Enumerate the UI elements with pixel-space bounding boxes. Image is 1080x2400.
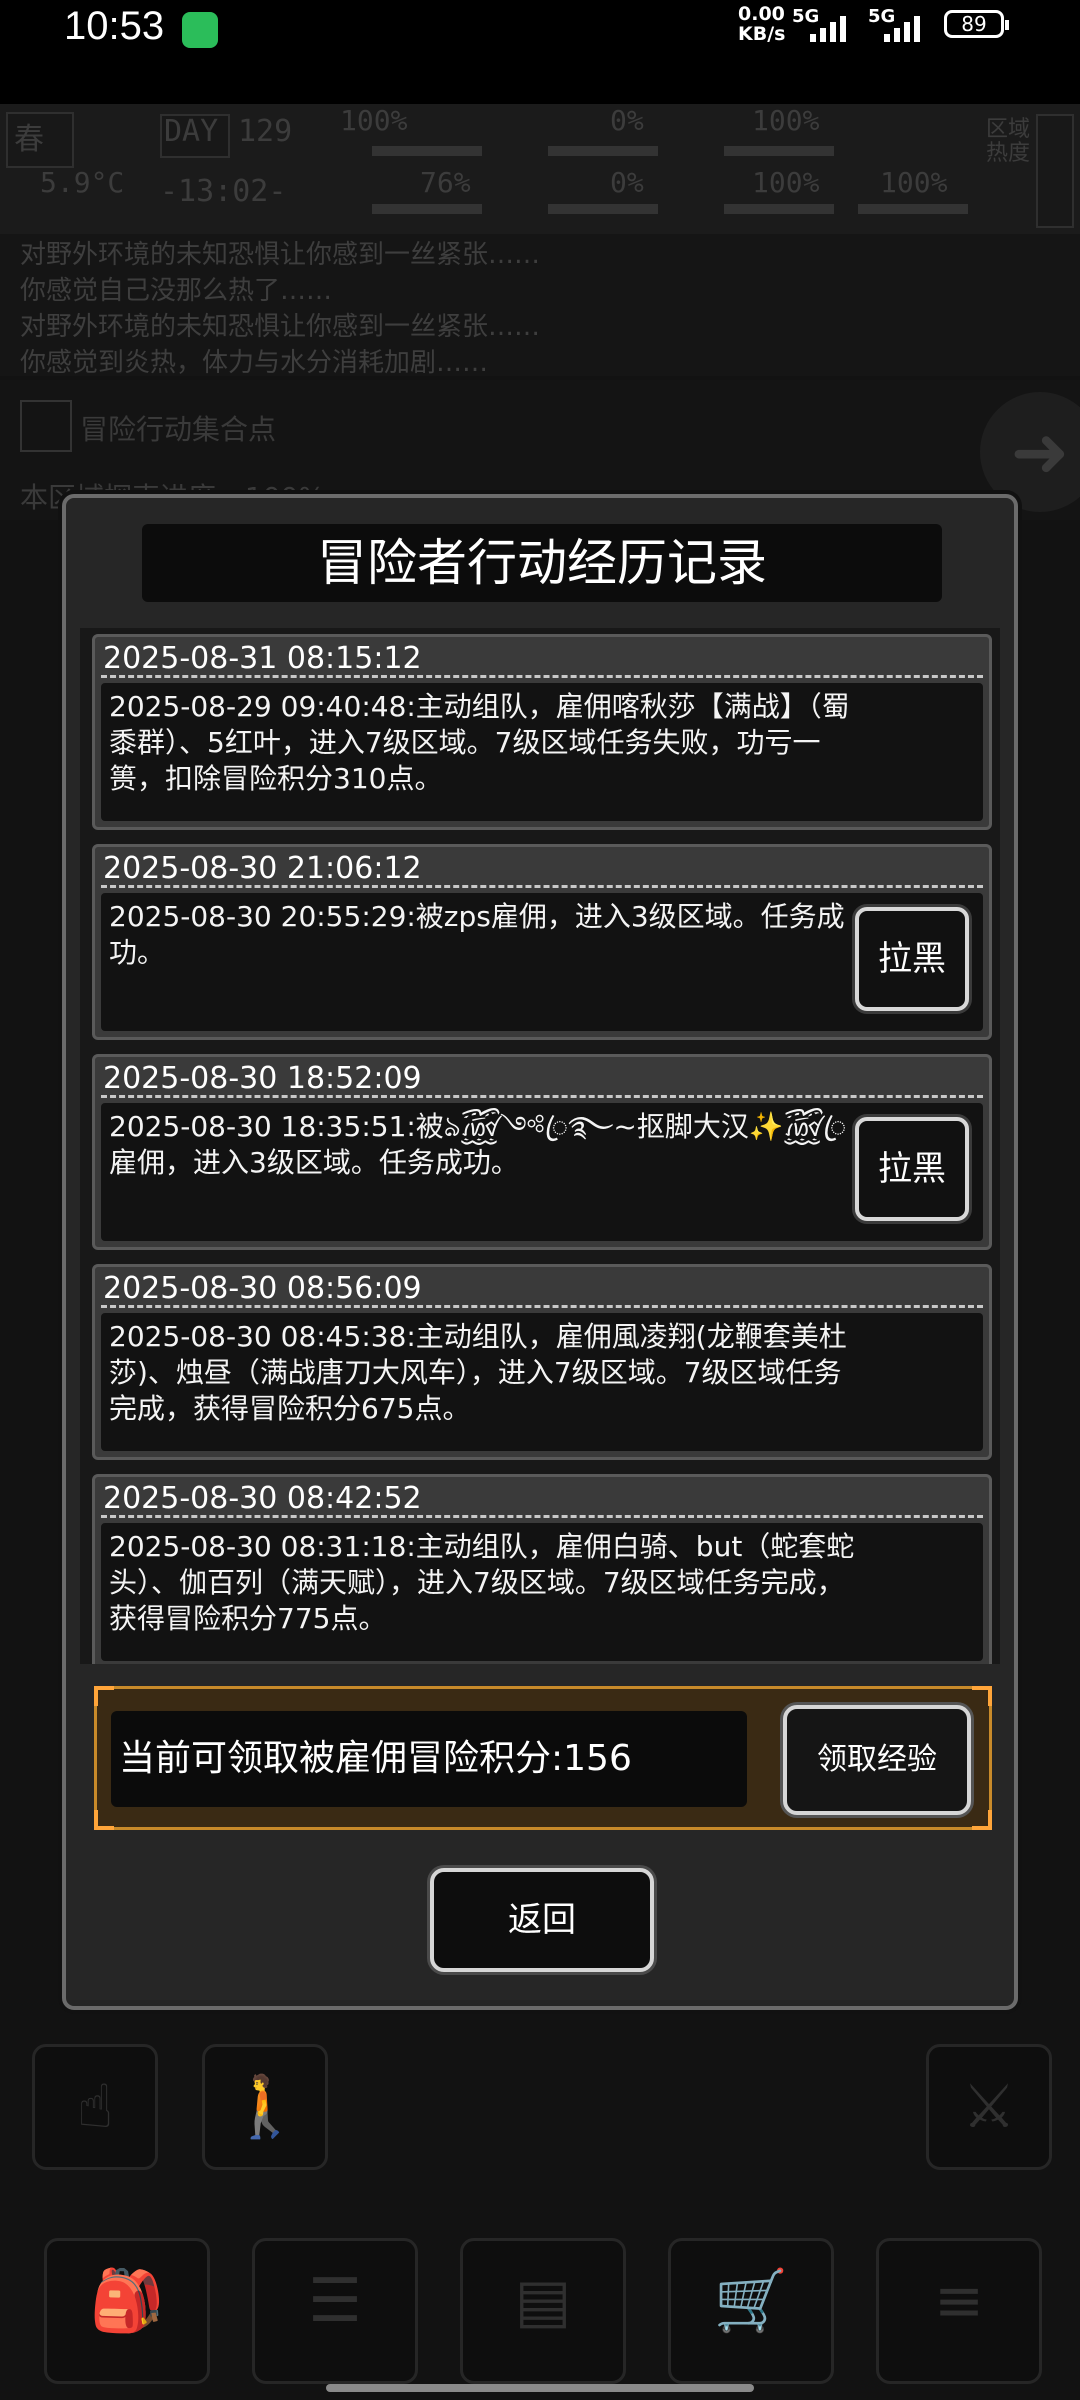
record-item: 2025-08-30 08:56:09 2025-08-30 08:45:38:… [92,1264,992,1460]
stat-health: 100% [340,104,408,137]
record-timestamp: 2025-08-30 18:52:09 [103,1061,422,1096]
day-value: 129 [238,114,293,149]
battery-icon: 89 [944,10,1009,38]
log-line: 你感觉到炎热，体力与水分消耗加剧…… [20,348,489,378]
status-time: 10:53 [64,4,165,48]
log-line: 对野外环境的未知恐惧让你感到一丝紧张…… [20,312,541,342]
record-body: 2025-08-30 18:35:51:被ঌ꫞༺ꦿ࿐~抠脚大汉✨꫞ꦿ雇佣，进入3… [101,1103,983,1241]
record-item: 2025-08-30 08:42:52 2025-08-30 08:31:18:… [92,1474,992,1664]
log-line: 对野外环境的未知恐惧让你感到一丝紧张…… [20,240,541,270]
record-text: 2025-08-29 09:40:48:主动组队，雇佣喀秋莎【满战】（蜀黍群）、… [109,690,850,795]
network-speed-value: 0.00 [738,3,785,25]
record-list[interactable]: 2025-08-31 08:15:12 2025-08-29 09:40:48:… [80,628,1000,1664]
stat-brain: 76% [420,166,471,199]
wechat-icon [182,12,218,48]
combat-icon: ⚔ [926,2044,1052,2170]
record-timestamp: 2025-08-30 08:42:52 [103,1481,422,1516]
tap-icon: ☝ [32,2044,158,2170]
record-body: 2025-08-29 09:40:48:主动组队，雇佣喀秋莎【满战】（蜀黍群）、… [101,683,983,821]
backpack-icon: 🎒 [44,2238,210,2384]
stat-stamina: 100% [752,104,820,137]
stat-food: 0% [610,104,644,137]
record-text: 2025-08-30 08:31:18:主动组队，雇佣白骑、but（蛇套蛇头）、… [109,1530,855,1635]
notebook-icon: ▤ [460,2238,626,2384]
network-speed-unit: KB/s [738,23,786,45]
divider [101,1095,983,1098]
day-label: DAY [164,114,219,149]
area-title: 冒险行动集合点 [80,413,277,446]
stat-extra: 100% [880,166,948,199]
cart-icon: 🛒 [668,2238,834,2384]
record-item: 2025-08-30 18:52:09 2025-08-30 18:35:51:… [92,1054,992,1250]
record-body: 2025-08-30 20:55:29:被zps雇佣，进入3级区域。任务成功。 … [101,893,983,1031]
record-body: 2025-08-30 08:45:38:主动组队，雇佣風凌翔(龙鞭套美杜莎)、烛… [101,1313,983,1451]
status-bar: 10:53 0.00 KB/s 5G 5G 89 [0,0,1080,104]
log-line: 你感觉自己没那么热了…… [20,276,333,306]
brain-icon: ☰ [252,2238,418,2384]
claim-experience-button[interactable]: 领取经验 [783,1705,971,1815]
divider [101,675,983,678]
action-history-dialog: 冒险者行动经历记录 2025-08-31 08:15:12 2025-08-29… [62,494,1018,2010]
signal-icon-1 [810,14,856,42]
area-heat-label: 区域热度 [986,117,1031,166]
divider [101,1515,983,1518]
stat-water: 0% [610,166,644,199]
block-button[interactable]: 拉黑 [855,907,969,1011]
record-item: 2025-08-30 21:06:12 2025-08-30 20:55:29:… [92,844,992,1040]
network-speed: 0.00 KB/s [738,4,798,44]
event-log: 对野外环境的未知恐惧让你感到一丝紧张…… 你感觉自己没那么热了…… 对野外环境的… [0,234,1080,378]
season-label: 春 [14,122,44,157]
record-text: 2025-08-30 18:35:51:被ঌ꫞༺ꦿ࿐~抠脚大汉✨꫞ꦿ雇佣，进入3… [109,1110,847,1179]
walk-icon: 🚶 [202,2044,328,2170]
game-screen: 10:53 0.00 KB/s 5G 5G 89 春 5.9°C DAY 129… [0,0,1080,2400]
navigation-handle[interactable] [326,2384,754,2392]
menu-icon: ≡ [876,2238,1042,2384]
record-timestamp: 2025-08-30 08:56:09 [103,1271,422,1306]
record-timestamp: 2025-08-31 08:15:12 [103,641,422,676]
claim-panel: 当前可领取被雇佣冒险积分:156 领取经验 [94,1686,992,1830]
area-icon [20,400,72,452]
record-text: 2025-08-30 08:45:38:主动组队，雇佣風凌翔(龙鞭套美杜莎)、烛… [109,1320,847,1425]
divider [101,1305,983,1308]
back-button[interactable]: 返回 [430,1868,654,1972]
game-clock: -13:02- [160,174,287,209]
claimable-points-text: 当前可领取被雇佣冒险积分:156 [111,1711,747,1807]
block-button[interactable]: 拉黑 [855,1117,969,1221]
record-item: 2025-08-31 08:15:12 2025-08-29 09:40:48:… [92,634,992,830]
temperature: 5.9°C [40,166,125,199]
game-hud: 春 5.9°C DAY 129 -13:02- 100% 76% 0% 0% 1… [0,104,1080,236]
record-text: 2025-08-30 20:55:29:被zps雇佣，进入3级区域。任务成功。 [109,900,845,969]
divider [101,885,983,888]
signal-icon-2 [884,14,930,42]
stat-mood: 100% [752,166,820,199]
record-body: 2025-08-30 08:31:18:主动组队，雇佣白骑、but（蛇套蛇头）、… [101,1523,983,1661]
record-timestamp: 2025-08-30 21:06:12 [103,851,422,886]
dialog-title: 冒险者行动经历记录 [142,524,942,602]
